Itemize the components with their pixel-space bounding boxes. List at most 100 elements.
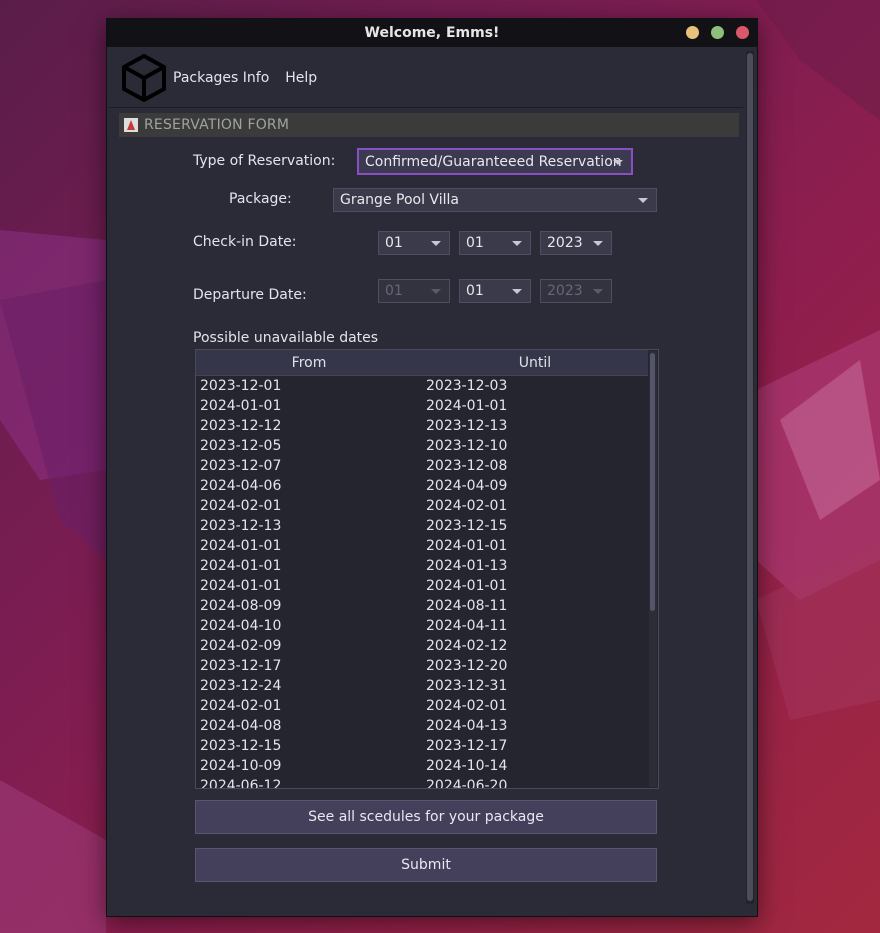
cell-until: 2023-12-31 bbox=[426, 678, 508, 694]
menu-help[interactable]: Help bbox=[285, 70, 317, 86]
cell-from: 2024-01-01 bbox=[200, 538, 282, 554]
section-title: RESERVATION FORM bbox=[144, 117, 290, 133]
cell-from: 2024-02-01 bbox=[200, 698, 282, 714]
package-box-icon bbox=[122, 53, 166, 103]
window-scroll-thumb[interactable] bbox=[747, 53, 753, 901]
app-window: Welcome, Emms! Packages Info Help RESERV… bbox=[106, 18, 758, 917]
reservation-type-value: Confirmed/Guaranteeed Reservation bbox=[365, 153, 622, 170]
chevron-down-icon bbox=[512, 241, 522, 246]
cell-from: 2023-12-12 bbox=[200, 418, 282, 434]
cell-from: 2024-01-01 bbox=[200, 398, 282, 414]
table-row[interactable]: 2024-01-01 2024-01-01 bbox=[196, 536, 648, 556]
cell-from: 2023-12-24 bbox=[200, 678, 282, 694]
checkin-day-value: 01 bbox=[466, 235, 484, 251]
table-row[interactable]: 2024-01-01 2024-01-01 bbox=[196, 576, 648, 596]
table-row[interactable]: 2023-12-01 2023-12-03 bbox=[196, 376, 648, 396]
maximize-button[interactable] bbox=[711, 26, 724, 39]
table-header: From Until bbox=[196, 350, 648, 376]
close-button[interactable] bbox=[736, 26, 749, 39]
package-select[interactable]: Grange Pool Villa bbox=[333, 188, 657, 212]
chevron-down-icon bbox=[638, 198, 648, 203]
minimize-button[interactable] bbox=[686, 26, 699, 39]
column-header-until[interactable]: Until bbox=[422, 350, 648, 375]
menu-bar: Packages Info Help bbox=[109, 49, 743, 108]
form-icon bbox=[124, 118, 138, 132]
menu-packages-info[interactable]: Packages Info bbox=[173, 70, 269, 86]
table-body: 2023-12-01 2023-12-03 2024-01-01 2024-01-01… bbox=[196, 376, 648, 788]
table-row[interactable]: 2024-01-01 2024-01-01 bbox=[196, 396, 648, 416]
departure-month-value: 01 bbox=[385, 283, 403, 299]
unavailable-dates-title: Possible unavailable dates bbox=[193, 330, 379, 346]
table-scrollbar[interactable] bbox=[649, 351, 657, 787]
departure-month-select: 01 bbox=[378, 279, 450, 303]
cell-from: 2023-12-07 bbox=[200, 458, 282, 474]
cell-until: 2024-04-09 bbox=[426, 478, 508, 494]
table-row[interactable]: 2024-04-10 2024-04-11 bbox=[196, 616, 648, 636]
cell-until: 2024-01-01 bbox=[426, 578, 508, 594]
reservation-type-select[interactable]: Confirmed/Guaranteeed Reservation bbox=[357, 148, 633, 175]
cell-until: 2024-02-01 bbox=[426, 698, 508, 714]
cell-until: 2024-04-11 bbox=[426, 618, 508, 634]
chevron-down-icon bbox=[512, 289, 522, 294]
chevron-down-icon bbox=[431, 241, 441, 246]
table-row[interactable]: 2023-12-12 2023-12-13 bbox=[196, 416, 648, 436]
table-row[interactable]: 2023-12-15 2023-12-17 bbox=[196, 736, 648, 756]
table-row[interactable]: 2024-02-01 2024-02-01 bbox=[196, 496, 648, 516]
title-bar[interactable]: Welcome, Emms! bbox=[107, 19, 757, 47]
cell-from: 2024-04-08 bbox=[200, 718, 282, 734]
table-row[interactable]: 2024-02-01 2024-02-01 bbox=[196, 696, 648, 716]
cell-from: 2024-04-06 bbox=[200, 478, 282, 494]
table-row[interactable]: 2024-02-09 2024-02-12 bbox=[196, 636, 648, 656]
column-header-from[interactable]: From bbox=[196, 350, 422, 375]
see-schedules-button[interactable]: See all scedules for your package bbox=[195, 800, 657, 834]
table-row[interactable]: 2024-08-09 2024-08-11 bbox=[196, 596, 648, 616]
table-row[interactable]: 2023-12-13 2023-12-15 bbox=[196, 516, 648, 536]
window-title: Welcome, Emms! bbox=[364, 25, 500, 41]
reservation-type-label: Type of Reservation: bbox=[193, 153, 336, 169]
table-row[interactable]: 2024-04-06 2024-04-09 bbox=[196, 476, 648, 496]
table-row[interactable]: 2024-01-01 2024-01-13 bbox=[196, 556, 648, 576]
checkin-year-value: 2023 bbox=[547, 235, 583, 251]
cell-from: 2023-12-13 bbox=[200, 518, 282, 534]
cell-from: 2024-01-01 bbox=[200, 558, 282, 574]
cell-until: 2024-04-13 bbox=[426, 718, 508, 734]
chevron-down-icon bbox=[593, 241, 603, 246]
checkin-month-select[interactable]: 01 bbox=[378, 231, 450, 255]
reservation-form-header: RESERVATION FORM bbox=[119, 113, 739, 137]
cell-until: 2024-02-01 bbox=[426, 498, 508, 514]
cell-until: 2024-06-20 bbox=[426, 778, 508, 788]
checkin-year-select[interactable]: 2023 bbox=[540, 231, 612, 255]
table-row[interactable]: 2024-04-08 2024-04-13 bbox=[196, 716, 648, 736]
table-row[interactable]: 2023-12-07 2023-12-08 bbox=[196, 456, 648, 476]
chevron-down-icon bbox=[613, 160, 623, 165]
table-row[interactable]: 2024-10-09 2024-10-14 bbox=[196, 756, 648, 776]
submit-button[interactable]: Submit bbox=[195, 848, 657, 882]
departure-day-value: 01 bbox=[466, 283, 484, 299]
package-label: Package: bbox=[229, 191, 292, 207]
checkin-label: Check-in Date: bbox=[193, 234, 297, 250]
departure-day-select[interactable]: 01 bbox=[459, 279, 531, 303]
cell-from: 2023-12-05 bbox=[200, 438, 282, 454]
table-row[interactable]: 2024-06-12 2024-06-20 bbox=[196, 776, 648, 788]
chevron-down-icon bbox=[431, 289, 441, 294]
cell-from: 2024-06-12 bbox=[200, 778, 282, 788]
departure-year-value: 2023 bbox=[547, 283, 583, 299]
checkin-day-select[interactable]: 01 bbox=[459, 231, 531, 255]
cell-until: 2024-01-01 bbox=[426, 538, 508, 554]
cell-from: 2023-12-15 bbox=[200, 738, 282, 754]
chevron-down-icon bbox=[593, 289, 603, 294]
cell-from: 2024-01-01 bbox=[200, 578, 282, 594]
cell-until: 2024-01-13 bbox=[426, 558, 508, 574]
cell-until: 2023-12-08 bbox=[426, 458, 508, 474]
checkin-month-value: 01 bbox=[385, 235, 403, 251]
cell-until: 2024-10-14 bbox=[426, 758, 508, 774]
cell-from: 2024-10-09 bbox=[200, 758, 282, 774]
table-scroll-thumb[interactable] bbox=[650, 353, 655, 611]
departure-year-select: 2023 bbox=[540, 279, 612, 303]
table-row[interactable]: 2023-12-24 2023-12-31 bbox=[196, 676, 648, 696]
window-scrollbar[interactable] bbox=[746, 51, 754, 904]
table-row[interactable]: 2023-12-17 2023-12-20 bbox=[196, 656, 648, 676]
table-row[interactable]: 2023-12-05 2023-12-10 bbox=[196, 436, 648, 456]
cell-until: 2023-12-03 bbox=[426, 378, 508, 394]
cell-until: 2024-01-01 bbox=[426, 398, 508, 414]
